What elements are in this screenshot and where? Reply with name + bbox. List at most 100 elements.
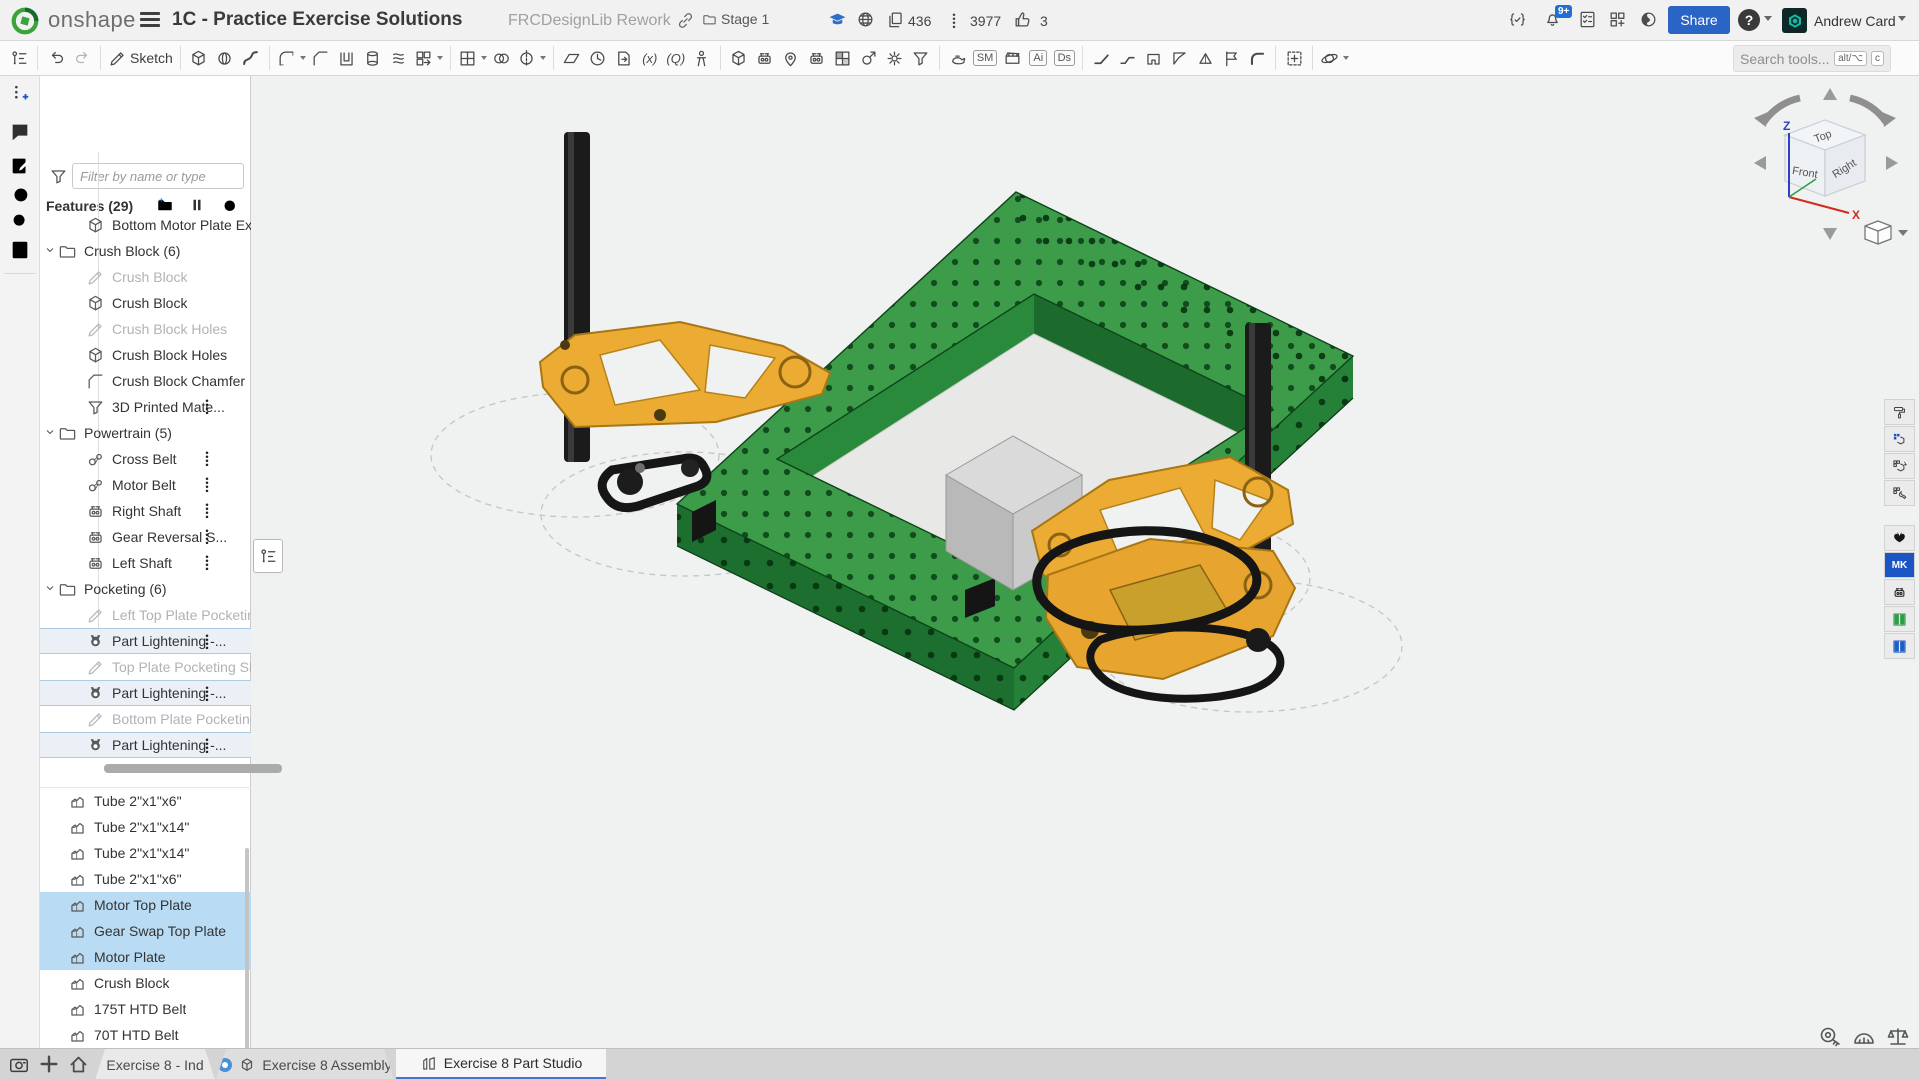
performance-icon[interactable]	[9, 183, 31, 205]
sm-corner-button[interactable]	[1166, 44, 1192, 72]
feature-tree-item[interactable]: Left Shaft	[40, 550, 251, 576]
view-cube[interactable]: Top Front Right Z X	[1728, 78, 1919, 248]
linear-pattern-button[interactable]	[412, 44, 445, 72]
revolve-button[interactable]	[212, 44, 238, 72]
feature-tree-item[interactable]: Right Shaft	[40, 498, 251, 524]
chevron-down-icon[interactable]	[44, 217, 58, 233]
workspace-chip[interactable]: Stage 1	[702, 11, 769, 27]
part-list-item[interactable]: Motor Top Plate	[40, 892, 251, 918]
variable-button[interactable]: (x)	[637, 44, 663, 72]
mass-properties-icon[interactable]	[1886, 1025, 1910, 1049]
drag-handle-icon[interactable]	[203, 398, 211, 416]
arrow-left[interactable]	[1754, 156, 1766, 170]
part-list-item[interactable]: Motor Plate	[40, 944, 251, 970]
sm-flange-button[interactable]	[1088, 44, 1114, 72]
insert-history-icon[interactable]	[9, 83, 31, 105]
part-list-item[interactable]: Tube 2"x1"x14"	[40, 840, 251, 866]
drag-handle-icon[interactable]	[203, 554, 211, 572]
sm-bend-relief-button[interactable]	[1192, 44, 1218, 72]
fs-search-button[interactable]: (Q)	[663, 44, 689, 72]
copies-icon[interactable]	[886, 10, 905, 29]
arrow-down[interactable]	[1823, 228, 1837, 240]
transform-button[interactable]	[726, 44, 752, 72]
avatar[interactable]	[1782, 8, 1807, 33]
chevron-down-icon[interactable]	[44, 477, 58, 493]
feature-tree-item[interactable]: Bottom Motor Plate Ext...	[40, 212, 251, 238]
appearance-button[interactable]	[830, 44, 856, 72]
sheet-metal-model-button[interactable]: SM	[971, 44, 1000, 72]
tab-exercise8-part-studio[interactable]: Exercise 8 Part Studio	[396, 1049, 606, 1079]
feature-tree-item[interactable]: Gear Reversal S...	[40, 524, 251, 550]
custom-feature-button[interactable]	[804, 44, 830, 72]
feature-tree-item[interactable]: Crush Block Holes	[40, 342, 251, 368]
feature-tree-item[interactable]: Part Lightening -...	[40, 628, 251, 654]
feature-tree-item[interactable]: Cross Belt	[40, 446, 251, 472]
chevron-down-icon[interactable]	[44, 295, 58, 311]
hole-button[interactable]	[360, 44, 386, 72]
rotate-ccw-arrowhead[interactable]	[1754, 112, 1768, 127]
drag-handle-icon[interactable]	[203, 737, 211, 755]
chevron-down-icon[interactable]	[44, 269, 58, 285]
drag-handle-icon[interactable]	[203, 528, 211, 546]
onshape-logo-icon[interactable]	[10, 6, 40, 36]
notifications-button[interactable]: 9+	[1543, 9, 1562, 28]
filter-icon[interactable]	[49, 167, 68, 186]
horizontal-scrollbar[interactable]	[104, 764, 282, 773]
menu-icon[interactable]	[140, 12, 160, 28]
overflow-dots-icon[interactable]	[950, 12, 958, 30]
feature-tree-item[interactable]: Crush Block	[40, 264, 251, 290]
dropdown-caret-icon[interactable]	[300, 56, 306, 60]
view-menu-caret-icon[interactable]	[1898, 230, 1908, 236]
tape-measure-icon[interactable]	[1818, 1025, 1842, 1049]
chevron-down-icon[interactable]	[44, 711, 58, 727]
frames-button[interactable]	[752, 44, 778, 72]
tab-exercise8-assembly[interactable]: Exercise 8 Assembly	[216, 1049, 394, 1079]
feature-tree-item[interactable]: Left Top Plate Pocketing	[40, 602, 251, 628]
feature-tree-item[interactable]: Pocketing (6)	[40, 576, 251, 602]
butterfly-app-tab[interactable]	[1884, 525, 1915, 551]
chevron-down-icon[interactable]	[44, 633, 58, 649]
feature-tree-item[interactable]: 3D Printed Mate...	[40, 394, 251, 420]
fillet-button[interactable]	[275, 44, 308, 72]
origin-button[interactable]	[1281, 44, 1307, 72]
torque-button[interactable]	[856, 44, 882, 72]
feature-tree-item[interactable]: Part Lightening -...	[40, 680, 251, 706]
helix-button[interactable]	[585, 44, 611, 72]
filter-feature-button[interactable]	[908, 44, 934, 72]
chevron-down-icon[interactable]	[44, 425, 58, 441]
chevron-down-icon[interactable]	[44, 607, 58, 623]
feature-tree-item[interactable]: Crush Block	[40, 290, 251, 316]
learning-center-icon[interactable]	[828, 10, 847, 29]
chevron-down-icon[interactable]	[44, 451, 58, 467]
protractor-icon[interactable]	[1852, 1025, 1876, 1049]
properties-panel-tab[interactable]	[1884, 480, 1915, 506]
extrude-button[interactable]	[186, 44, 212, 72]
arrow-right[interactable]	[1886, 156, 1898, 170]
sm-tube-button[interactable]	[1244, 44, 1270, 72]
feature-tree-item[interactable]: Crush Block (6)	[40, 238, 251, 264]
drag-handle-icon[interactable]	[203, 476, 211, 494]
feature-tree-item[interactable]: Bottom Plate Pocketing...	[40, 706, 251, 732]
link-icon[interactable]	[676, 11, 695, 30]
lamp-feature-button[interactable]	[945, 44, 971, 72]
undo-button[interactable]	[43, 44, 69, 72]
sm-cut-button[interactable]	[1140, 44, 1166, 72]
redo-button[interactable]	[69, 44, 95, 72]
ai-feature-button[interactable]: Ai	[1025, 44, 1051, 72]
task-list-icon[interactable]	[1578, 10, 1597, 29]
dropdown-caret-icon[interactable]	[437, 56, 443, 60]
chevron-down-icon[interactable]	[44, 737, 58, 753]
apps-grid-icon[interactable]	[1608, 10, 1627, 29]
expand-panel-button[interactable]	[253, 539, 283, 573]
mkcad-app-tab[interactable]: MK	[1884, 552, 1915, 578]
drag-handle-icon[interactable]	[203, 450, 211, 468]
chevron-down-icon[interactable]	[44, 503, 58, 519]
arrow-up[interactable]	[1823, 88, 1837, 100]
part-list-item[interactable]: Gear Swap Top Plate	[40, 918, 251, 944]
search-settings-icon[interactable]	[9, 210, 31, 232]
public-document-icon[interactable]	[856, 10, 875, 29]
chamfer-button[interactable]	[308, 44, 334, 72]
part-list-item[interactable]: Crush Block	[40, 970, 251, 996]
import-export-button[interactable]	[611, 44, 637, 72]
tab-search-icon[interactable]	[8, 1054, 30, 1076]
